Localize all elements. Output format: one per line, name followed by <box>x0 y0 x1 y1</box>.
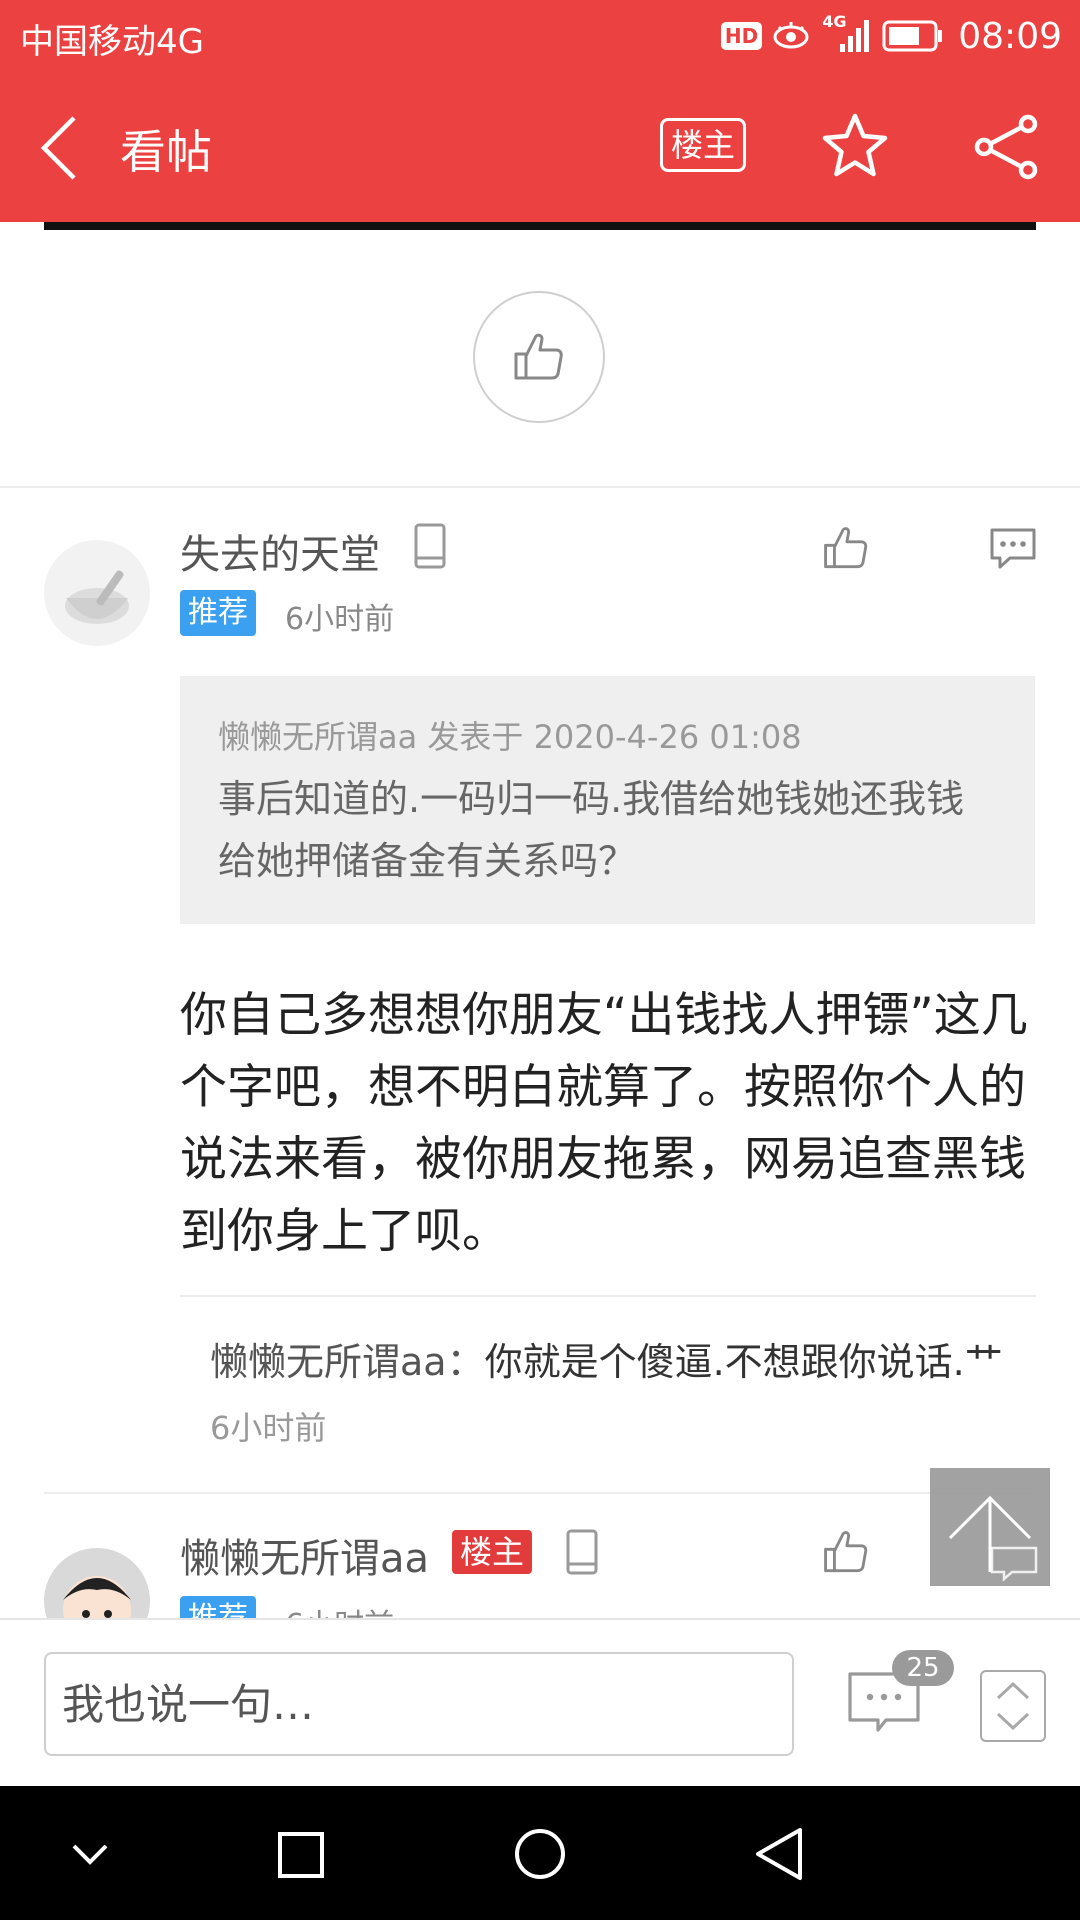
thumbs-up-icon <box>512 330 566 384</box>
phone-icon <box>562 1528 602 1576</box>
recommend-badge: 推荐 <box>180 590 256 636</box>
comment-count-badge: 25 <box>892 1650 954 1686</box>
quoted-post[interactable]: 懒懒无所谓aa 发表于 2020-4-26 01:08 事后知道的.一码归一码.… <box>180 676 1035 924</box>
reply-input[interactable] <box>44 1652 794 1756</box>
jump-floor-button[interactable] <box>980 1670 1046 1742</box>
bottom-bar: 25 <box>0 1618 1080 1788</box>
status-icons: HD 4G 08:09 <box>720 12 1062 60</box>
network-type-label: 4G <box>822 12 847 31</box>
thumbs-up-icon[interactable] <box>822 524 870 572</box>
section-divider <box>0 486 1080 488</box>
battery-icon <box>882 19 944 53</box>
quote-text: 事后知道的.一码归一码.我借给她钱她还我钱给她押储备金有关系吗？ <box>218 777 965 883</box>
page-title: 看帖 <box>120 125 212 179</box>
eye-icon <box>772 21 810 51</box>
post-author-name[interactable]: 懒懒无所谓aa <box>180 1526 429 1584</box>
home-icon[interactable] <box>512 1826 568 1882</box>
app-bar: 看帖 楼主 <box>0 72 1080 222</box>
status-bar: 中国移动4G HD 4G 08:09 <box>0 0 1080 72</box>
share-icon[interactable] <box>972 114 1042 180</box>
avatar[interactable] <box>44 540 150 646</box>
post-time: 6小时前 <box>285 1600 394 1618</box>
carrier-label: 中国移动4G <box>20 22 204 62</box>
back-icon[interactable] <box>36 112 80 184</box>
back-nav-icon[interactable] <box>752 1826 806 1882</box>
post-body: 你自己多想想你朋友“出钱找人押镖”这几个字吧，想不明白就算了。按照你个人的说法来… <box>180 988 1028 1259</box>
recommend-badge: 推荐 <box>180 1596 256 1618</box>
post-author-name[interactable]: 失去的天堂 <box>180 522 380 580</box>
reply-item[interactable]: 懒懒无所谓aa：你就是个傻逼.不想跟你说话.艹 6小时前 <box>210 1330 1010 1460</box>
clock: 08:09 <box>958 15 1062 57</box>
reply-author[interactable]: 懒懒无所谓aa： <box>210 1340 485 1384</box>
reply-text: 你就是个傻逼.不想跟你说话.艹 <box>484 1340 1003 1384</box>
post-like-button[interactable] <box>473 291 605 423</box>
scroll-to-top-button[interactable] <box>930 1468 1050 1586</box>
media-bottom-edge <box>44 222 1036 230</box>
phone-icon <box>410 522 450 570</box>
avatar[interactable] <box>44 1548 150 1618</box>
post-2-clip: 懒懒无所谓aa 楼主 推荐 6小时前 <box>0 1494 1080 1618</box>
chevron-down-icon[interactable] <box>68 1834 112 1874</box>
signal-icon: 4G <box>820 12 872 56</box>
divider <box>180 1295 1036 1297</box>
hd-icon: HD <box>720 22 763 50</box>
thumbs-up-icon[interactable] <box>822 1528 870 1576</box>
quote-meta: 懒懒无所谓aa 发表于 2020-4-26 01:08 <box>218 718 802 756</box>
comment-icon[interactable] <box>988 526 1038 570</box>
op-badge: 楼主 <box>452 1530 533 1574</box>
star-icon[interactable] <box>820 112 890 180</box>
only-op-button[interactable]: 楼主 <box>660 118 746 172</box>
post-time: 6小时前 <box>285 602 395 637</box>
recent-apps-icon[interactable] <box>276 1830 326 1880</box>
system-nav-bar <box>0 1786 1080 1920</box>
reply-time: 6小时前 <box>210 1409 327 1447</box>
